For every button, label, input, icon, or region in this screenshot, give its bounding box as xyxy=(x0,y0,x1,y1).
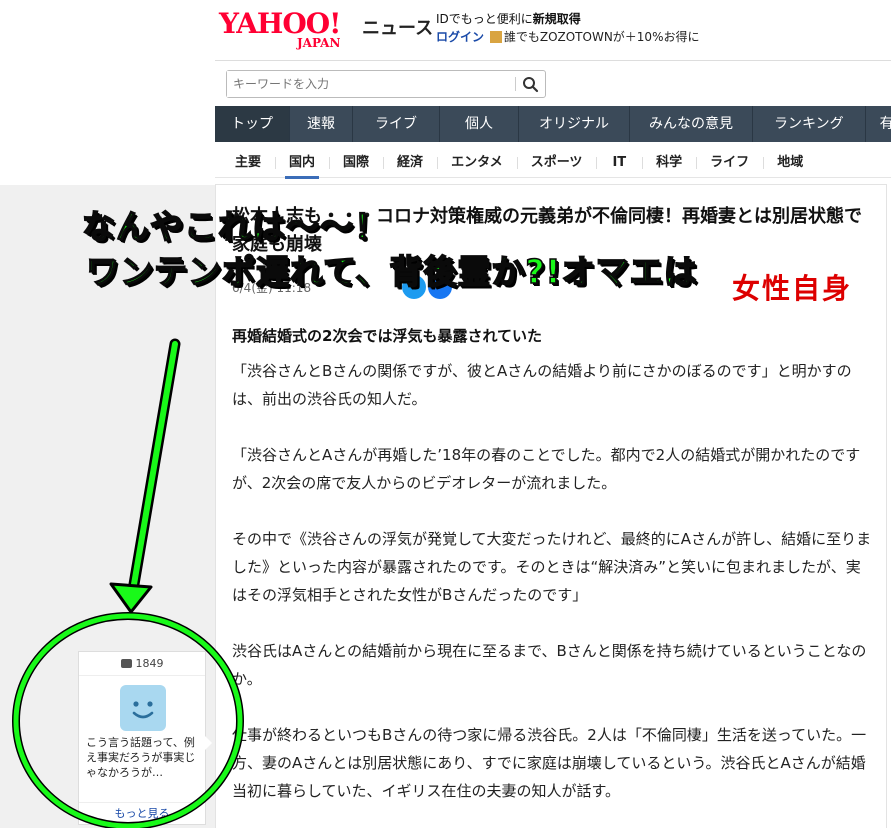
article-paragraph: 渋谷氏はAさんとの結婚前から現在に至るまで、Bさんと関係を持ち続けているというこ… xyxy=(232,642,867,688)
search-icon xyxy=(523,77,539,93)
widget-pointer xyxy=(205,736,212,750)
nav-tab-breaking[interactable]: 速報 xyxy=(290,106,353,142)
article-paragraph: 「渋谷さんとBさんの関係ですが、彼とAさんの結婚より前にさかのぼるのです」と明か… xyxy=(232,362,852,408)
login-link[interactable]: ログイン xyxy=(436,30,484,44)
comment-count-value: 1849 xyxy=(135,657,164,670)
yahoo-japan-logo[interactable]: YAHOO! JAPAN xyxy=(219,7,341,51)
article-subheading: 再婚結婚式の2次会では浮気も暴露されていた xyxy=(232,327,542,345)
promo-text: IDでもっと便利に xyxy=(436,12,533,26)
news-section-label[interactable]: ニュース xyxy=(362,14,433,40)
category-domestic[interactable]: 国内 xyxy=(275,148,329,179)
article-paragraph: 「渋谷さんとAさんが再婚した’18年の春のことでした。都内で2人の結婚式が開かれ… xyxy=(232,446,861,492)
nav-tab-opinions[interactable]: みんなの意見 xyxy=(630,106,753,142)
nav-tab-individual[interactable]: 個人 xyxy=(440,106,519,142)
search-button[interactable] xyxy=(519,74,541,94)
category-life[interactable]: ライフ xyxy=(696,148,763,178)
more-comments-link[interactable]: もっと見る xyxy=(79,802,205,824)
comment-widget[interactable]: 1849 こう言う話題って、例え事実だろうが事実じゃなかろうが… もっと見る xyxy=(78,651,212,825)
search-separator xyxy=(515,77,516,91)
nav-tab-top[interactable]: トップ xyxy=(215,106,290,142)
article-body: 「渋谷さんとBさんの関係ですが、彼とAさんの結婚より前にさかのぼるのです」と明か… xyxy=(232,357,872,828)
category-sports[interactable]: スポーツ xyxy=(516,148,597,178)
category-economy[interactable]: 経済 xyxy=(383,148,437,178)
publisher-logo[interactable]: 女性自身 xyxy=(732,267,852,307)
category-international[interactable]: 国際 xyxy=(329,148,383,178)
category-main[interactable]: 主要 xyxy=(215,148,275,178)
nav-tab-ranking[interactable]: ランキング xyxy=(753,106,866,142)
zozo-promo-link[interactable]: 誰でもZOZOTOWNが＋10%お得に xyxy=(504,30,700,44)
category-science[interactable]: 科学 xyxy=(642,148,696,178)
search-box xyxy=(226,70,546,98)
logo-sub-text: JAPAN xyxy=(297,36,341,50)
comment-count: 1849 xyxy=(79,652,205,676)
annotation-line-2: ワンテンポ遅れて、背後霊か?!オマエは xyxy=(85,251,698,292)
search-input[interactable] xyxy=(227,71,507,97)
main-nav: トップ 速報 ライブ 個人 オリジナル みんなの意見 ランキング 有 xyxy=(215,106,891,142)
comment-bubble-icon xyxy=(120,659,132,668)
signup-link[interactable]: 新規取得 xyxy=(533,12,581,26)
article-paragraph: 仕事が終わるといつもBさんの待つ家に帰る渋谷氏。2人は「不倫同棲」生活を送ってい… xyxy=(232,726,867,800)
article-paragraph: その中で《渋谷さんの浮気が発覚して大変だったけれど、最終的にAさんが許し、結婚に… xyxy=(232,530,872,604)
header-divider xyxy=(215,60,891,61)
header-links: IDでもっと便利に新規取得 ログイン 誰でもZOZOTOWNが＋10%お得に xyxy=(436,10,699,46)
category-entertainment[interactable]: エンタメ xyxy=(437,148,517,178)
annotation-line-1: なんやこれは～～！ xyxy=(81,206,388,247)
zozo-icon xyxy=(489,31,502,43)
category-region[interactable]: 地域 xyxy=(763,148,817,178)
nav-tab-original[interactable]: オリジナル xyxy=(519,106,630,142)
category-nav: 主要 国内 国際 経済 エンタメ スポーツ IT 科学 ライフ 地域 xyxy=(215,148,891,179)
nav-tab-live[interactable]: ライブ xyxy=(353,106,440,142)
category-it[interactable]: IT xyxy=(596,148,642,178)
smiley-face-icon xyxy=(120,685,166,731)
nav-tab-more[interactable]: 有 xyxy=(866,106,891,142)
comment-preview: こう言う話題って、例え事実だろうが事実じゃなかろうが… xyxy=(86,736,196,779)
logo-main-text: YAHOO! xyxy=(219,7,341,40)
